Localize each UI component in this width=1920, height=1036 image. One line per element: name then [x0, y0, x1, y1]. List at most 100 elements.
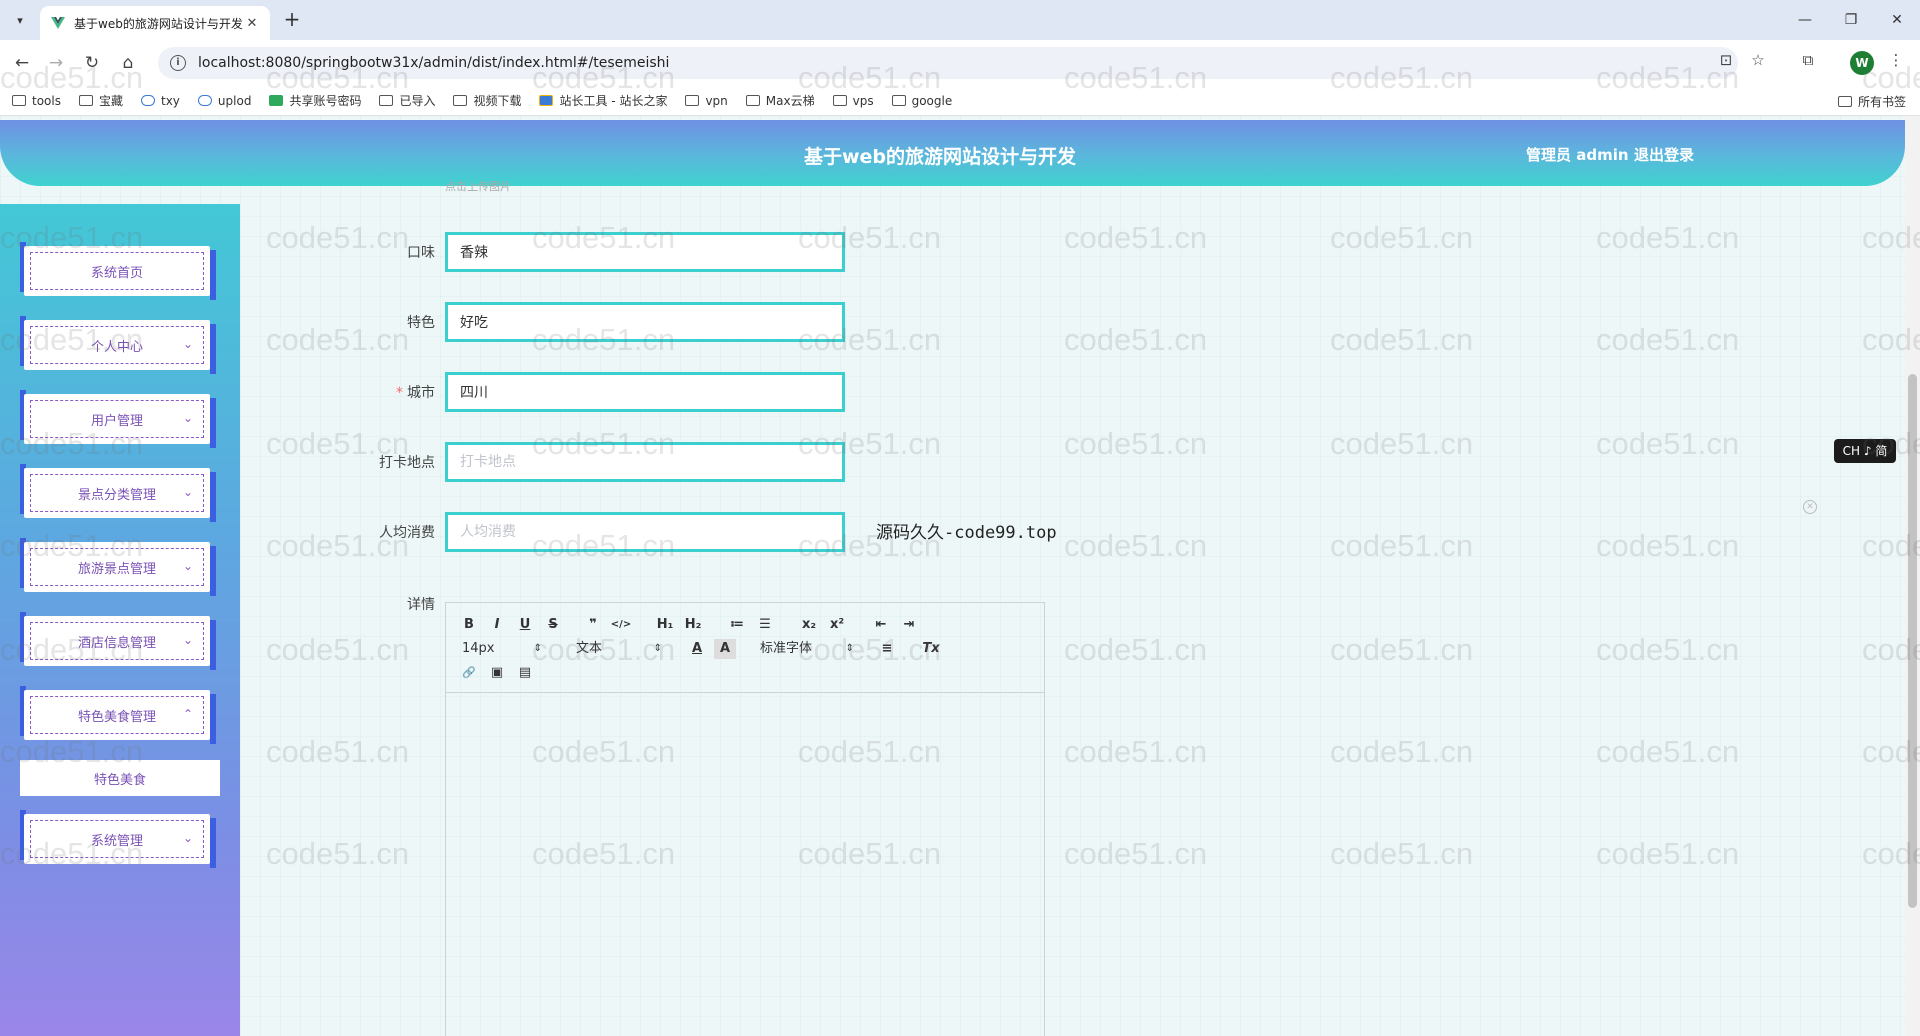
checkin-spot-label: 打卡地点 [379, 455, 435, 471]
minimize-icon[interactable]: — [1790, 8, 1820, 32]
back-icon[interactable]: ← [10, 51, 34, 75]
bullet-list-icon[interactable]: ☰ [754, 615, 776, 635]
forward-icon[interactable]: → [44, 51, 68, 75]
sidebar-item-label: 景点分类管理 [77, 487, 156, 503]
address-bar-row: ← → ↻ ⌂ i localhost:8080/springbootw31x/… [0, 40, 1920, 86]
bookmark-vpn[interactable]: vpn [685, 94, 728, 108]
bookmark-webmaster-tools[interactable]: 站长工具 - 站长之家 [539, 92, 667, 109]
upload-caption: 点击上传图片 [445, 180, 511, 193]
screenshot-icon[interactable]: ⊡ [1714, 51, 1738, 69]
tab-search-chevron-icon[interactable]: ▾ [8, 9, 32, 31]
required-mark: * [396, 385, 403, 401]
sidebar-item-label: 特色美食 [93, 772, 146, 788]
profile-avatar[interactable]: W [1850, 51, 1874, 75]
font-family-select[interactable]: 标准字体 ⇕ [760, 639, 854, 659]
close-circle-icon[interactable]: ✕ [1803, 500, 1817, 514]
sidebar-item-label: 酒店信息管理 [77, 635, 156, 651]
extensions-icon[interactable]: ⧉ [1796, 51, 1820, 69]
ordered-list-icon[interactable]: ≔ [726, 615, 748, 635]
bold-icon[interactable]: B [458, 615, 480, 635]
chevron-down-icon: ⌄ [182, 411, 193, 425]
chevron-down-icon: ⌄ [182, 485, 193, 499]
rich-text-editor: B I U S ❞ </> H₁ H₂ ≔ ☰ x₂ x² ⇤ ⇥ 14px ⇕ … [445, 602, 1045, 1036]
bookmark-shared-accounts[interactable]: 共享账号密码 [269, 92, 361, 109]
scrollbar-thumb[interactable] [1908, 374, 1917, 908]
subscript-icon[interactable]: x₂ [798, 615, 820, 635]
folder-icon [891, 95, 906, 106]
bookmark-baozang[interactable]: 宝藏 [78, 92, 123, 109]
font-size-select[interactable]: 14px ⇕ [462, 639, 542, 659]
sidebar-item-hotels[interactable]: 酒店信息管理 ⌄ [20, 612, 216, 670]
indent-icon[interactable]: ⇥ [898, 615, 920, 635]
outdent-icon[interactable]: ⇤ [870, 615, 892, 635]
superscript-icon[interactable]: x² [826, 615, 848, 635]
folder-icon [12, 95, 26, 106]
bookmark-txy[interactable]: txy [141, 94, 180, 108]
flavor-input[interactable] [445, 232, 845, 272]
home-icon[interactable]: ⌂ [116, 51, 140, 75]
avg-cost-input[interactable] [445, 512, 845, 552]
checkin-spot-input[interactable] [445, 442, 845, 482]
all-bookmarks[interactable]: 所有书签 [1837, 93, 1906, 110]
sidebar-item-spot-categories[interactable]: 景点分类管理 ⌄ [20, 464, 216, 522]
background-color-icon[interactable]: A [714, 639, 736, 659]
url-field[interactable]: i localhost:8080/springbootw31x/admin/di… [158, 47, 1738, 79]
image-icon[interactable]: ▣ [486, 663, 508, 683]
app-header: 基于web的旅游网站设计与开发 管理员 admin 退出登录 [0, 120, 1905, 186]
ime-indicator[interactable]: CH ♪ 简 [1834, 439, 1896, 463]
blockquote-icon[interactable]: ❞ [582, 615, 604, 635]
chevron-down-icon: ⌄ [182, 633, 193, 647]
editor-toolbar: B I U S ❞ </> H₁ H₂ ≔ ☰ x₂ x² ⇤ ⇥ 14px ⇕ … [446, 603, 1044, 693]
sidebar-item-label: 旅游景点管理 [77, 561, 156, 577]
browser-tab[interactable]: 基于web的旅游网站设计与开发 ✕ [40, 6, 270, 40]
code-block-icon[interactable]: </> [610, 615, 632, 635]
bookmark-video-download[interactable]: 视频下载 [453, 92, 521, 109]
sidebar-item-system[interactable]: 系统管理 ⌄ [20, 810, 216, 868]
bookmark-max[interactable]: Max云梯 [745, 92, 815, 109]
new-tab-button[interactable]: + [280, 8, 304, 32]
align-icon[interactable]: ≡ [876, 639, 898, 659]
bookmark-imported[interactable]: 已导入 [379, 92, 435, 109]
reload-icon[interactable]: ↻ [80, 51, 104, 75]
bookmark-vps[interactable]: vps [832, 94, 874, 108]
avg-cost-label: 人均消费 [379, 525, 435, 541]
window-close-icon[interactable]: ✕ [1882, 8, 1912, 32]
link-icon[interactable]: 🔗 [458, 663, 480, 683]
bookmark-star-icon[interactable]: ☆ [1746, 51, 1770, 69]
browser-tab-strip: ▾ 基于web的旅游网站设计与开发 ✕ + — ❐ ✕ [0, 0, 1920, 40]
sidebar-subitem-food[interactable]: 特色美食 [20, 760, 220, 796]
sidebar-item-spots[interactable]: 旅游景点管理 ⌄ [20, 538, 216, 596]
bookmark-google[interactable]: google [891, 94, 952, 108]
folder-icon [453, 95, 468, 106]
sidebar-item-profile[interactable]: 个人中心 ⌄ [20, 316, 216, 374]
tab-close-icon[interactable]: ✕ [244, 16, 260, 31]
clear-format-icon[interactable]: Tx [920, 639, 942, 659]
heading-2-icon[interactable]: H₂ [682, 615, 704, 635]
chevron-down-icon: ⌄ [182, 831, 193, 845]
italic-icon[interactable]: I [486, 615, 508, 635]
header-select[interactable]: 文本 ⇕ [576, 639, 662, 659]
page-scrollbar[interactable] [1905, 116, 1920, 1036]
bookmark-tools[interactable]: tools [12, 94, 61, 108]
source-note: 源码久久-code99.top [876, 523, 1057, 543]
strikethrough-icon[interactable]: S [542, 615, 564, 635]
sidebar: 系统首页 个人中心 ⌄ 用户管理 ⌄ 景点分类管理 ⌄ 旅游景点管理 ⌄ 酒店信息管理 ⌄… [0, 204, 240, 1036]
chevron-down-icon: ⌄ [182, 559, 193, 573]
editor-content-area[interactable] [446, 693, 1044, 1036]
underline-icon[interactable]: U [514, 615, 536, 635]
font-color-icon[interactable]: A [686, 639, 708, 659]
sidebar-item-home[interactable]: 系统首页 [20, 242, 216, 300]
sidebar-item-users[interactable]: 用户管理 ⌄ [20, 390, 216, 448]
sidebar-item-food-management[interactable]: 特色美食管理 ⌃ [20, 686, 216, 744]
site-info-icon[interactable]: i [170, 55, 186, 71]
heading-1-icon[interactable]: H₁ [654, 615, 676, 635]
menu-kebab-icon[interactable]: ⋮ [1884, 51, 1908, 69]
feature-input[interactable] [445, 302, 845, 342]
logout-button[interactable]: 退出登录 [1634, 144, 1694, 165]
restore-icon[interactable]: ❐ [1836, 8, 1866, 32]
city-input[interactable] [445, 372, 845, 412]
sidebar-item-label: 用户管理 [90, 413, 143, 429]
bookmark-uplod[interactable]: uplod [197, 94, 251, 108]
video-icon[interactable]: ▤ [514, 663, 536, 683]
chinaz-icon [539, 95, 554, 106]
